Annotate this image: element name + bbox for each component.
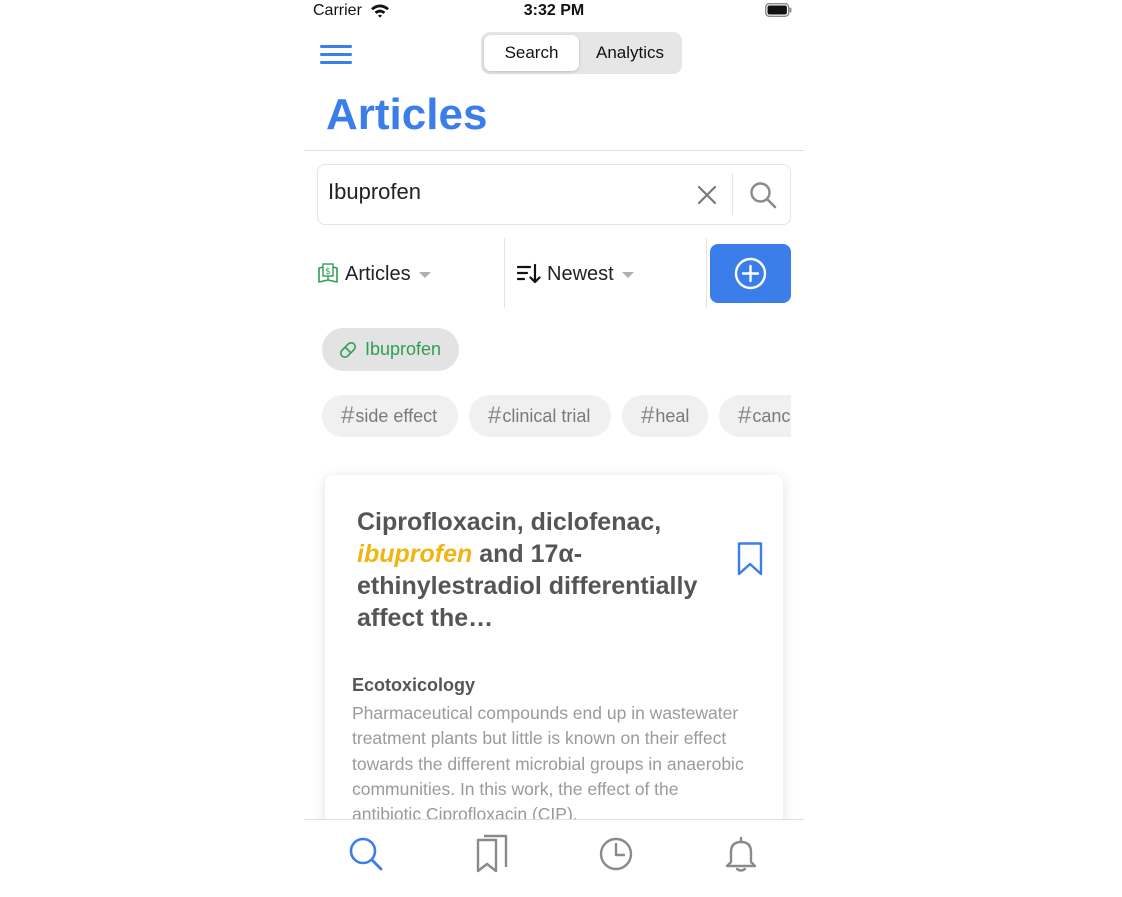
battery-icon <box>765 3 792 17</box>
tab-notifications[interactable]: bell-icon <box>721 834 761 874</box>
sort-label: Newest <box>547 262 614 285</box>
tab-bookmarks[interactable]: bookmarks-icon <box>472 834 512 874</box>
search-icon[interactable] <box>747 179 779 211</box>
article-abstract: Pharmaceutical compounds end up in waste… <box>352 703 744 825</box>
clock-time: 3:32 PM <box>523 2 585 19</box>
search-bar: Ibuprofen <box>317 164 791 225</box>
article-title[interactable]: Ciprofloxacin, diclofenac, ibuprofen and… <box>357 506 707 634</box>
view-segmented-control: Search Analytics <box>481 32 682 74</box>
pill-icon <box>340 341 356 358</box>
sort-descending-icon <box>517 263 541 284</box>
drug-filter-chip[interactable]: Ibuprofen <box>322 328 459 371</box>
page-title: Articles <box>326 90 488 139</box>
app-screen: Carrier 3:32 PM Search Analytics Article… <box>304 0 804 897</box>
tag-chip[interactable]: # heal <box>622 395 708 437</box>
segment-search[interactable]: Search <box>484 35 579 71</box>
tag-chip-label: clinical trial <box>502 405 591 426</box>
hash-icon: # <box>738 402 752 429</box>
tag-chip[interactable]: # side effect <box>322 395 458 437</box>
segment-analytics[interactable]: Analytics <box>581 35 679 71</box>
search-separator <box>732 173 733 215</box>
tag-chip-row: # side effect # clinical trial # heal # … <box>322 395 791 439</box>
article-title-part: Ciprofloxacin, diclofenac, <box>357 508 662 536</box>
chevron-down-icon <box>418 272 431 278</box>
plus-circle-icon <box>734 257 767 290</box>
tab-bar: search-icon bookmarks-icon clock-icon be… <box>304 819 804 897</box>
book-icon: $ <box>318 263 338 283</box>
search-input[interactable]: Ibuprofen <box>328 179 421 205</box>
hash-icon: # <box>488 402 502 429</box>
source-filter-label: Articles <box>345 262 411 285</box>
svg-text:$: $ <box>325 267 331 277</box>
tag-chip-label: heal <box>655 405 690 426</box>
hash-icon: # <box>341 402 355 429</box>
tag-chip[interactable]: # canc <box>719 395 791 437</box>
tab-search[interactable]: search-icon <box>346 834 386 874</box>
chevron-down-icon <box>621 272 634 278</box>
close-icon[interactable] <box>693 181 721 209</box>
tab-history[interactable]: clock-icon <box>596 834 636 874</box>
tag-chip-label: side effect <box>355 405 438 426</box>
source-filter-dropdown[interactable]: $ Articles <box>317 258 431 290</box>
sort-dropdown[interactable]: Newest <box>517 258 634 290</box>
tag-chip-label: canc <box>752 405 791 426</box>
drug-chip-label: Ibuprofen <box>365 339 442 359</box>
article-title-highlight: ibuprofen <box>357 540 473 568</box>
hamburger-icon[interactable] <box>320 42 352 66</box>
header-divider <box>304 150 804 151</box>
status-bar: Carrier 3:32 PM <box>304 0 804 24</box>
filter-separator <box>706 238 707 308</box>
filter-separator <box>504 238 505 308</box>
article-journal: Ecotoxicology <box>352 675 476 695</box>
bookmark-icon[interactable] <box>735 541 765 577</box>
hash-icon: # <box>641 402 655 429</box>
add-button[interactable] <box>710 244 791 303</box>
tag-chip[interactable]: # clinical trial <box>469 395 611 437</box>
